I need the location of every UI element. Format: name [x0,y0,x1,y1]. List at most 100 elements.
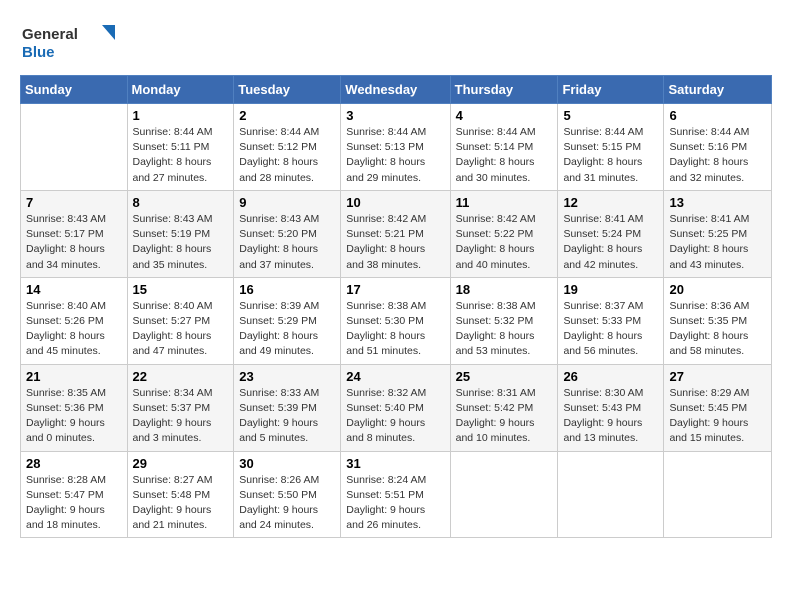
day-header-wednesday: Wednesday [341,76,450,104]
day-info: Sunrise: 8:42 AMSunset: 5:21 PMDaylight:… [346,212,444,273]
day-cell: 14 Sunrise: 8:40 AMSunset: 5:26 PMDayligh… [21,277,128,364]
day-cell: 9 Sunrise: 8:43 AMSunset: 5:20 PMDaylight… [234,190,341,277]
day-info: Sunrise: 8:35 AMSunset: 5:36 PMDaylight:… [26,386,122,447]
day-cell: 30 Sunrise: 8:26 AMSunset: 5:50 PMDayligh… [234,451,341,538]
day-number: 24 [346,369,444,384]
day-number: 18 [456,282,553,297]
day-info: Sunrise: 8:38 AMSunset: 5:32 PMDaylight:… [456,299,553,360]
day-info: Sunrise: 8:30 AMSunset: 5:43 PMDaylight:… [563,386,658,447]
day-number: 8 [133,195,229,210]
day-cell: 13Sunrise: 8:41 AMSunset: 5:25 PMDayligh… [664,190,772,277]
day-header-tuesday: Tuesday [234,76,341,104]
day-info: Sunrise: 8:27 AMSunset: 5:48 PMDaylight:… [133,473,229,534]
day-number: 5 [563,108,658,123]
day-info: Sunrise: 8:32 AMSunset: 5:40 PMDaylight:… [346,386,444,447]
day-cell: 2 Sunrise: 8:44 AMSunset: 5:12 PMDaylight… [234,104,341,191]
day-cell: 19 Sunrise: 8:37 AMSunset: 5:33 PMDayligh… [558,277,664,364]
day-cell: 10 Sunrise: 8:42 AMSunset: 5:21 PMDayligh… [341,190,450,277]
day-info: Sunrise: 8:28 AMSunset: 5:47 PMDaylight:… [26,473,122,534]
day-cell: 8 Sunrise: 8:43 AMSunset: 5:19 PMDaylight… [127,190,234,277]
day-number: 14 [26,282,122,297]
day-cell: 21 Sunrise: 8:35 AMSunset: 5:36 PMDayligh… [21,364,128,451]
day-header-monday: Monday [127,76,234,104]
day-cell: 20 Sunrise: 8:36 AMSunset: 5:35 PMDayligh… [664,277,772,364]
day-cell: 24 Sunrise: 8:32 AMSunset: 5:40 PMDayligh… [341,364,450,451]
day-number: 19 [563,282,658,297]
day-number: 25 [456,369,553,384]
day-number: 12 [563,195,658,210]
day-cell: 28 Sunrise: 8:28 AMSunset: 5:47 PMDayligh… [21,451,128,538]
day-info: Sunrise: 8:34 AMSunset: 5:37 PMDaylight:… [133,386,229,447]
header-row: SundayMondayTuesdayWednesdayThursdayFrid… [21,76,772,104]
day-number: 11 [456,195,553,210]
day-number: 4 [456,108,553,123]
day-header-sunday: Sunday [21,76,128,104]
day-number: 16 [239,282,335,297]
day-info: Sunrise: 8:41 AMSunset: 5:24 PMDaylight:… [563,212,658,273]
svg-text:General: General [22,26,78,43]
day-info: Sunrise: 8:42 AMSunset: 5:22 PMDaylight:… [456,212,553,273]
day-number: 7 [26,195,122,210]
day-cell: 17 Sunrise: 8:38 AMSunset: 5:30 PMDayligh… [341,277,450,364]
day-cell [450,451,558,538]
day-number: 10 [346,195,444,210]
day-number: 13 [669,195,766,210]
day-info: Sunrise: 8:43 AMSunset: 5:17 PMDaylight:… [26,212,122,273]
day-info: Sunrise: 8:44 AMSunset: 5:13 PMDaylight:… [346,125,444,186]
day-cell: 1Sunrise: 8:44 AMSunset: 5:11 PMDaylight… [127,104,234,191]
day-info: Sunrise: 8:36 AMSunset: 5:35 PMDaylight:… [669,299,766,360]
day-number: 21 [26,369,122,384]
day-number: 31 [346,456,444,471]
day-info: Sunrise: 8:38 AMSunset: 5:30 PMDaylight:… [346,299,444,360]
day-cell [664,451,772,538]
week-row-1: 1Sunrise: 8:44 AMSunset: 5:11 PMDaylight… [21,104,772,191]
week-row-3: 14 Sunrise: 8:40 AMSunset: 5:26 PMDayligh… [21,277,772,364]
logo-graphic: General Blue [20,20,130,65]
day-cell: 23 Sunrise: 8:33 AMSunset: 5:39 PMDayligh… [234,364,341,451]
day-header-friday: Friday [558,76,664,104]
day-cell: 22 Sunrise: 8:34 AMSunset: 5:37 PMDayligh… [127,364,234,451]
day-info: Sunrise: 8:44 AMSunset: 5:16 PMDaylight:… [669,125,766,186]
day-info: Sunrise: 8:43 AMSunset: 5:19 PMDaylight:… [133,212,229,273]
day-info: Sunrise: 8:33 AMSunset: 5:39 PMDaylight:… [239,386,335,447]
day-cell: 4Sunrise: 8:44 AMSunset: 5:14 PMDaylight… [450,104,558,191]
calendar-table: SundayMondayTuesdayWednesdayThursdayFrid… [20,75,772,538]
day-cell: 25Sunrise: 8:31 AMSunset: 5:42 PMDayligh… [450,364,558,451]
day-cell: 31 Sunrise: 8:24 AMSunset: 5:51 PMDayligh… [341,451,450,538]
day-info: Sunrise: 8:29 AMSunset: 5:45 PMDaylight:… [669,386,766,447]
day-info: Sunrise: 8:37 AMSunset: 5:33 PMDaylight:… [563,299,658,360]
day-number: 22 [133,369,229,384]
day-cell: 6 Sunrise: 8:44 AMSunset: 5:16 PMDaylight… [664,104,772,191]
day-info: Sunrise: 8:44 AMSunset: 5:11 PMDaylight:… [133,125,229,186]
day-number: 26 [563,369,658,384]
day-cell: 18 Sunrise: 8:38 AMSunset: 5:32 PMDayligh… [450,277,558,364]
day-cell [21,104,128,191]
day-number: 30 [239,456,335,471]
svg-text:Blue: Blue [22,44,55,61]
day-info: Sunrise: 8:40 AMSunset: 5:27 PMDaylight:… [133,299,229,360]
day-number: 15 [133,282,229,297]
day-info: Sunrise: 8:44 AMSunset: 5:12 PMDaylight:… [239,125,335,186]
day-number: 9 [239,195,335,210]
day-cell: 12 Sunrise: 8:41 AMSunset: 5:24 PMDayligh… [558,190,664,277]
day-info: Sunrise: 8:24 AMSunset: 5:51 PMDaylight:… [346,473,444,534]
day-number: 17 [346,282,444,297]
day-cell: 27Sunrise: 8:29 AMSunset: 5:45 PMDayligh… [664,364,772,451]
day-info: Sunrise: 8:39 AMSunset: 5:29 PMDaylight:… [239,299,335,360]
day-info: Sunrise: 8:44 AMSunset: 5:15 PMDaylight:… [563,125,658,186]
week-row-5: 28 Sunrise: 8:28 AMSunset: 5:47 PMDayligh… [21,451,772,538]
day-number: 20 [669,282,766,297]
week-row-4: 21 Sunrise: 8:35 AMSunset: 5:36 PMDayligh… [21,364,772,451]
day-number: 23 [239,369,335,384]
day-header-saturday: Saturday [664,76,772,104]
day-number: 3 [346,108,444,123]
day-number: 6 [669,108,766,123]
day-cell: 16 Sunrise: 8:39 AMSunset: 5:29 PMDayligh… [234,277,341,364]
day-number: 28 [26,456,122,471]
day-info: Sunrise: 8:26 AMSunset: 5:50 PMDaylight:… [239,473,335,534]
day-number: 2 [239,108,335,123]
page-header: General Blue [20,20,772,65]
day-info: Sunrise: 8:40 AMSunset: 5:26 PMDaylight:… [26,299,122,360]
day-info: Sunrise: 8:43 AMSunset: 5:20 PMDaylight:… [239,212,335,273]
day-cell: 5 Sunrise: 8:44 AMSunset: 5:15 PMDaylight… [558,104,664,191]
